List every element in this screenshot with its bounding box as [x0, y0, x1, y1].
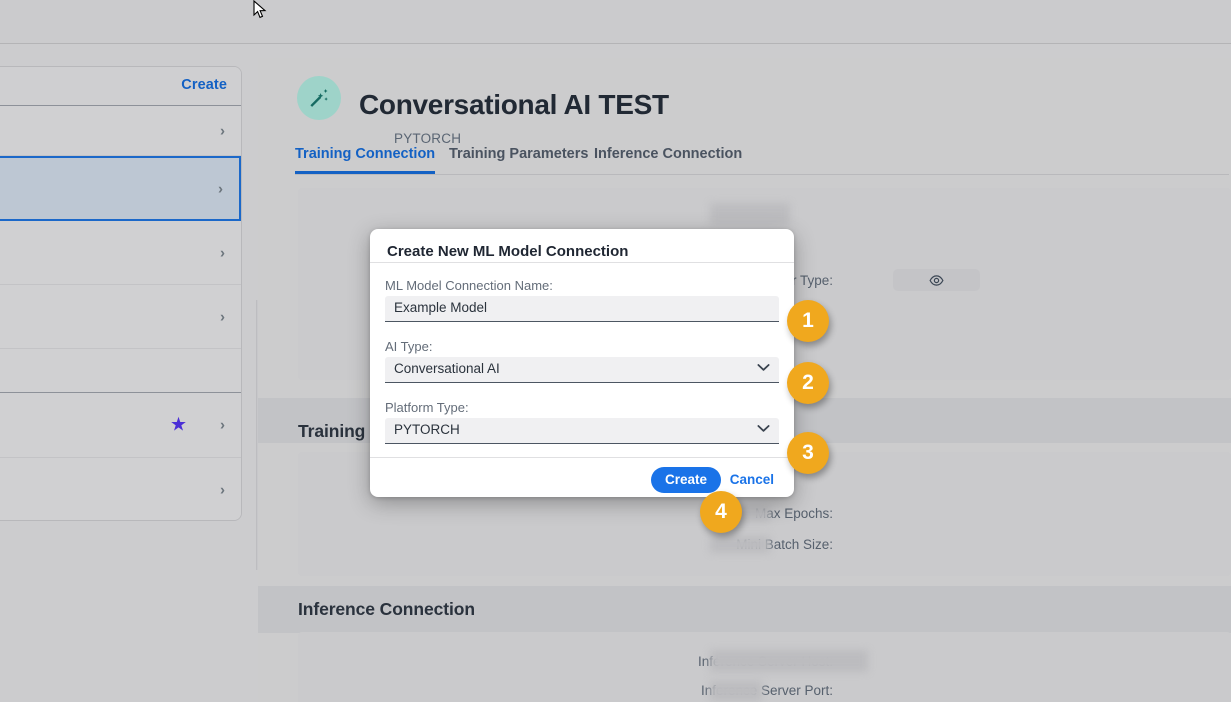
tab-training-connection[interactable]: Training Connection — [295, 146, 436, 174]
field-value-inference-server-port — [710, 681, 762, 701]
page-subtitle: PYTORCH — [394, 131, 462, 146]
app-root: Create › › › › ★ › › › — [0, 0, 1231, 702]
list-item[interactable]: › — [0, 221, 241, 285]
chevron-right-icon: › — [220, 244, 225, 261]
create-ml-model-connection-dialog: Create New ML Model Connection ML Model … — [370, 229, 794, 497]
input-ml-model-connection-name[interactable]: Example Model — [385, 296, 779, 322]
sidebar-create-link[interactable]: Create — [181, 77, 227, 93]
tab-bar: Training Connection Training Parameters … — [295, 146, 1229, 175]
chevron-right-icon: › — [220, 481, 225, 498]
list-item[interactable]: › — [0, 458, 241, 520]
label-platform-type: Platform Type: — [385, 400, 469, 415]
dialog-footer: Create Cancel — [370, 458, 794, 497]
label-ai-type: AI Type: — [385, 339, 433, 354]
field-label-mini-batch-size: Mini Batch Size: — [736, 537, 833, 552]
chevron-right-icon: › — [220, 308, 225, 325]
annotation-badge-4: 4 — [700, 491, 742, 533]
field-value-mini-batch-size — [710, 536, 770, 553]
chevron-down-icon — [757, 361, 770, 375]
input-value: Example Model — [394, 300, 488, 315]
select-value: Conversational AI — [394, 361, 500, 376]
list-item[interactable]: ★ › — [0, 393, 241, 458]
model-list-panel: Create › › › › ★ › › — [0, 66, 242, 521]
annotation-badge-1: 1 — [787, 300, 829, 342]
tab-inference-connection[interactable]: Inference Connection — [594, 146, 742, 171]
select-platform-type[interactable]: PYTORCH — [385, 418, 779, 444]
mouse-cursor-icon — [253, 0, 267, 20]
label-ml-model-connection-name: ML Model Connection Name: — [385, 278, 553, 293]
show-password-button[interactable] — [893, 269, 980, 291]
list-item[interactable]: › — [0, 106, 241, 156]
create-button[interactable]: Create — [650, 467, 721, 493]
chevron-right-icon: › — [220, 416, 225, 434]
annotation-badge-3: 3 — [787, 432, 829, 474]
browser-chrome-bar — [0, 0, 1231, 44]
select-ai-type[interactable]: Conversational AI — [385, 357, 779, 383]
eye-icon — [929, 274, 944, 286]
tab-training-parameters[interactable]: Training Parameters — [449, 146, 588, 171]
dialog-body: ML Model Connection Name: Example Model … — [370, 263, 794, 458]
chevron-right-icon: › — [218, 180, 223, 197]
annotation-badge-2: 2 — [787, 362, 829, 404]
page-title: Conversational AI TEST — [359, 89, 669, 120]
field-value-inference-server-host — [710, 650, 868, 672]
model-list-header: Create — [0, 67, 241, 106]
magic-wand-icon — [297, 76, 341, 120]
list-item[interactable]: › — [0, 285, 241, 349]
dialog-title: Create New ML Model Connection — [387, 243, 629, 260]
favorite-star-icon[interactable]: ★ — [170, 416, 187, 435]
list-item-selected[interactable]: › — [0, 156, 241, 221]
chevron-down-icon — [757, 422, 770, 436]
list-item[interactable] — [0, 349, 241, 393]
cancel-button[interactable]: Cancel — [728, 467, 776, 493]
select-value: PYTORCH — [394, 422, 460, 437]
field-value-training-server-type — [710, 203, 790, 225]
section-title-training: Training — [298, 421, 366, 441]
field-label-inference-server-port: Inference Server Port: — [700, 683, 833, 698]
chevron-right-icon: › — [220, 122, 225, 139]
section-title-inference-connection: Inference Connection — [298, 599, 475, 619]
